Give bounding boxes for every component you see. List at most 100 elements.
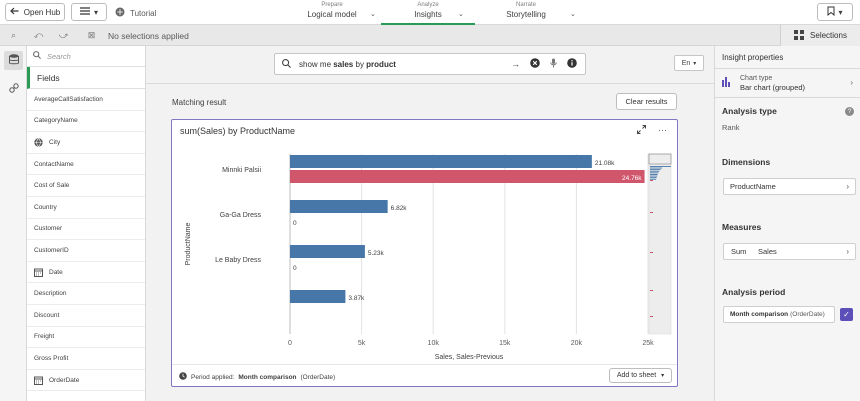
overview-bar [650, 166, 671, 167]
tab-analyze-label: Analyze [417, 2, 439, 8]
step-forward-icon[interactable]: ⤻ [58, 30, 69, 41]
search-actions: → [511, 58, 577, 70]
globe-icon [34, 138, 43, 147]
field-item[interactable]: Discount [27, 305, 145, 327]
global-menu-button[interactable]: ▾ [71, 3, 107, 21]
panel-header: Insight properties [715, 46, 860, 69]
tab-narrate[interactable]: Narrate Storytelling [498, 1, 554, 20]
dimension-item[interactable]: ProductName › [723, 178, 856, 195]
tab-prepare-label: Prepare [321, 2, 343, 8]
query-keyword: sales [333, 59, 354, 69]
field-item-label: AverageCallSatisfaction [34, 95, 103, 103]
link-icon [8, 82, 19, 95]
chevron-down-icon: ▾ [93, 7, 98, 17]
smart-search-icon[interactable]: ⌕ [8, 30, 19, 41]
field-item[interactable]: Country [27, 197, 145, 219]
field-item-label: Discount [34, 311, 60, 319]
fields-header: Fields [27, 67, 145, 89]
field-item[interactable]: ContactName [27, 154, 145, 176]
selections-button[interactable]: Selections [780, 25, 860, 46]
field-item[interactable]: Gross Profit [27, 348, 145, 370]
clear-results-button[interactable]: Clear results [616, 93, 677, 110]
bar-chart-icon [722, 77, 732, 89]
x-tick-label: 5k [358, 340, 366, 347]
chevron-down-icon[interactable]: ⌄ [570, 10, 576, 18]
app-title: Tutorial [115, 7, 156, 19]
tab-prepare[interactable]: Prepare Logical model [302, 1, 362, 20]
period-checkbox[interactable]: ✓ [840, 308, 853, 321]
x-tick-label: 15k [499, 340, 511, 347]
fields-search[interactable]: Search [27, 46, 145, 67]
chart-type-selector[interactable]: Chart type Bar chart (grouped) › [715, 69, 860, 98]
field-item[interactable]: CategoryName [27, 111, 145, 133]
tab-narrate-value: Storytelling [506, 10, 546, 19]
x-axis-title: Sales, Sales-Previous [435, 354, 504, 361]
matching-result-label: Matching result [172, 98, 227, 107]
selections-icon [794, 29, 805, 42]
field-item[interactable]: Freight [27, 327, 145, 349]
overview-bar [650, 172, 659, 174]
analysis-type-value: Rank [722, 123, 740, 132]
field-item[interactable]: Date [27, 262, 145, 284]
clear-results-label: Clear results [625, 97, 668, 106]
main-area: show me sales by product → En ▾ Matching… [146, 46, 714, 401]
more-options-icon[interactable]: ··· [658, 125, 667, 136]
field-item-label: CustomerID [34, 246, 69, 254]
period-item[interactable]: Month comparison (OrderDate) [723, 306, 835, 323]
measure-label: Sales [758, 247, 777, 256]
category-label: Le Baby Dress [215, 257, 261, 264]
info-icon[interactable] [567, 58, 577, 70]
data-label: 3.87k [348, 295, 365, 302]
field-item[interactable]: Description [27, 283, 145, 305]
open-hub-button[interactable]: Open Hub [5, 3, 65, 21]
bookmark-button[interactable]: ▾ [817, 3, 853, 21]
field-item[interactable]: Cost of Sale [27, 175, 145, 197]
overview-bar [650, 177, 657, 179]
x-tick-label: 20k [571, 340, 583, 347]
insight-properties-panel: Insight properties Chart type Bar chart … [714, 46, 860, 401]
chevron-down-icon[interactable]: ⌄ [370, 10, 376, 18]
bar-chart[interactable]: 0 5k 10k 15k 20k 25k Minnki Palsii 21.08k 24.76k… [172, 140, 676, 364]
query-keyword: product [366, 59, 396, 69]
overview-bar [650, 212, 653, 213]
help-icon[interactable]: ? [845, 107, 854, 116]
query-text: show me [299, 59, 334, 69]
field-item-label: Country [34, 203, 57, 211]
language-selector[interactable]: En ▾ [674, 55, 704, 71]
category-label: Minnki Palsii [222, 167, 261, 174]
expand-icon[interactable] [637, 125, 646, 136]
card-footer: Period applied: Month comparison (OrderD… [172, 364, 677, 386]
insight-search-input[interactable]: show me sales by product → [274, 53, 586, 75]
chart-type-text: Chart type Bar chart (grouped) [740, 74, 805, 92]
insight-card[interactable]: sum(Sales) by ProductName ··· 0 5k 10k 15k 2… [171, 119, 678, 387]
measure-item[interactable]: Sales › [752, 243, 856, 260]
field-item-label: OrderDate [49, 376, 80, 384]
selections-label: Selections [810, 31, 847, 40]
chevron-down-icon: ▾ [693, 60, 697, 67]
overview-bar [650, 316, 653, 317]
field-item[interactable]: CustomerID [27, 240, 145, 262]
clear-selections-icon[interactable]: ⊠ [86, 30, 97, 41]
field-item-label: Date [49, 268, 63, 276]
data-label: 0 [293, 265, 297, 272]
master-items-button[interactable] [4, 79, 23, 98]
field-item[interactable]: City [27, 132, 145, 154]
add-to-sheet-button[interactable]: Add to sheet ▾ [609, 368, 672, 383]
field-item[interactable]: OrderDate [27, 370, 145, 392]
submit-arrow-icon[interactable]: → [511, 59, 520, 69]
card-tools: ··· [637, 125, 667, 136]
fields-panel: Search Fields AverageCallSatisfaction Cat… [27, 46, 146, 401]
bar [290, 155, 592, 168]
microphone-icon[interactable] [550, 58, 557, 70]
chevron-down-icon[interactable]: ⌄ [458, 10, 464, 18]
clear-search-icon[interactable] [530, 58, 540, 70]
field-item[interactable]: Customer [27, 219, 145, 241]
fields-panel-button[interactable] [4, 51, 23, 70]
measure-aggregation[interactable]: Sum [723, 243, 753, 260]
x-tick-label: 10k [428, 340, 440, 347]
chevron-right-icon: › [846, 182, 849, 191]
panel-title: Insight properties [722, 52, 784, 62]
bar [290, 170, 645, 183]
step-back-icon[interactable]: ⤺ [33, 30, 44, 41]
field-item[interactable]: AverageCallSatisfaction [27, 89, 145, 111]
